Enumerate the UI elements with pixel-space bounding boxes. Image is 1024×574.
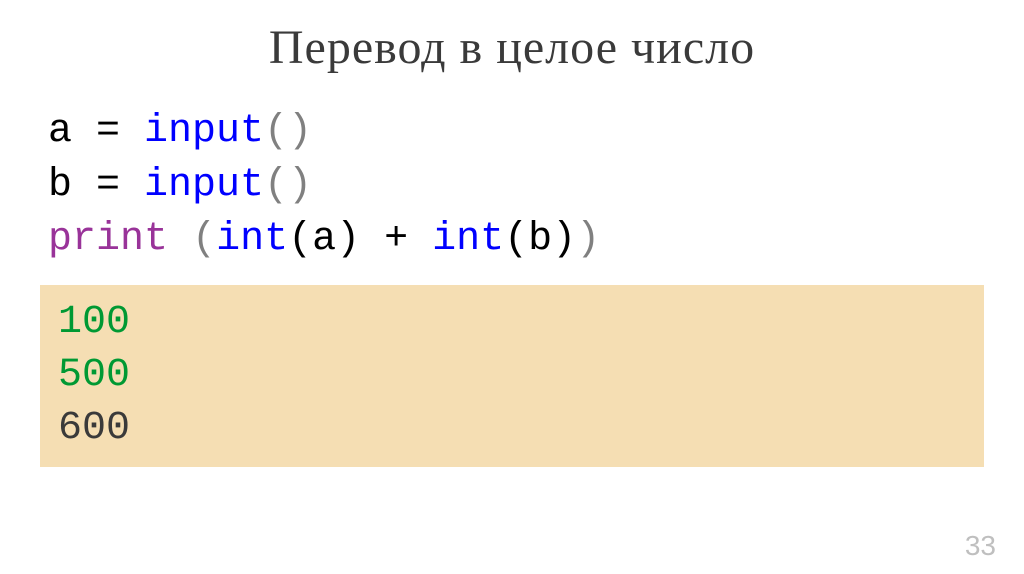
- code-open-paren: (: [192, 217, 216, 262]
- code-print: print: [48, 217, 168, 262]
- output-input-2: 500: [58, 350, 966, 403]
- code-args-2: (b): [504, 217, 576, 262]
- code-parens-2: (): [264, 163, 312, 208]
- code-args-1: (a) +: [288, 217, 432, 262]
- code-parens-1: (): [264, 109, 312, 154]
- output-result: 600: [58, 403, 966, 456]
- code-var-a: a =: [48, 109, 144, 154]
- output-box: 100 500 600: [40, 285, 984, 467]
- code-int-1: int: [216, 217, 288, 262]
- code-line-1: a = input(): [48, 105, 984, 159]
- slide-title: Перевод в целое число: [40, 20, 984, 75]
- output-input-1: 100: [58, 297, 966, 350]
- code-line-3: print (int(a) + int(b)): [48, 213, 984, 267]
- code-int-2: int: [432, 217, 504, 262]
- code-close-paren: ): [576, 217, 600, 262]
- code-block: a = input() b = input() print (int(a) + …: [48, 105, 984, 267]
- code-space: [168, 217, 192, 262]
- page-number: 33: [965, 530, 996, 562]
- code-var-b: b =: [48, 163, 144, 208]
- code-fn-input-2: input: [144, 163, 264, 208]
- slide-container: Перевод в целое число a = input() b = in…: [0, 0, 1024, 574]
- code-fn-input-1: input: [144, 109, 264, 154]
- code-line-2: b = input(): [48, 159, 984, 213]
